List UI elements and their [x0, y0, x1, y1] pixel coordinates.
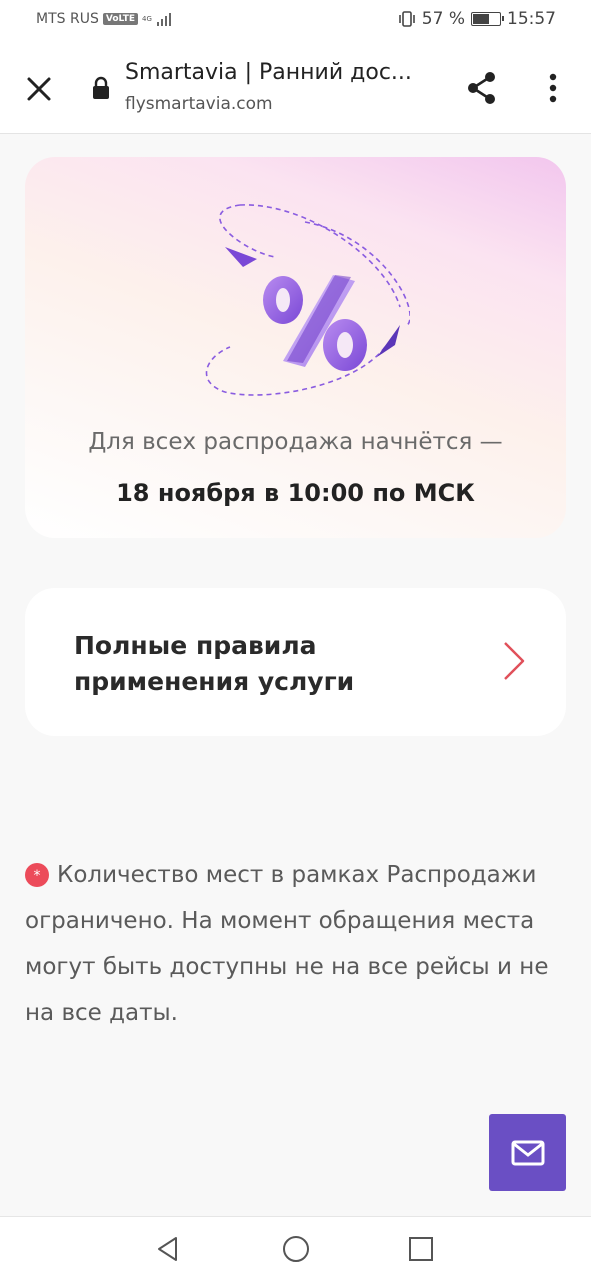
percent-illustration: [205, 204, 410, 396]
network-type: 4G: [142, 14, 152, 23]
vibrate-icon: [398, 11, 415, 27]
rules-link-card[interactable]: Полные правила применения услуги: [25, 588, 566, 736]
mail-button[interactable]: [489, 1114, 566, 1191]
disclaimer-text: Количество мест в рамках Распродажи огра…: [25, 862, 549, 1026]
status-left: MTS RUS VoLTE 4G: [36, 11, 172, 27]
more-vert-icon[interactable]: [540, 70, 566, 106]
chevron-right-icon: [504, 642, 525, 680]
carrier-name: MTS RUS: [36, 11, 99, 27]
back-icon[interactable]: [154, 1235, 182, 1263]
promo-date: 18 ноября в 10:00 по МСК: [116, 479, 475, 507]
share-icon[interactable]: [464, 70, 500, 106]
disclaimer: * Количество мест в рамках Распродажи огр…: [25, 852, 555, 1036]
rules-label: Полные правила применения услуги: [74, 631, 355, 696]
promo-subtitle: Для всех распродажа начнётся —: [88, 429, 503, 455]
page-url: flysmartavia.com: [125, 94, 273, 114]
close-icon[interactable]: [22, 72, 56, 106]
promo-card: Для всех распродажа начнётся — 18 ноября…: [25, 157, 566, 538]
signal-icon: [156, 12, 172, 26]
clock: 15:57: [507, 9, 556, 29]
mail-icon: [511, 1140, 544, 1165]
page-title: Smartavia | Ранний дос...: [125, 60, 412, 85]
status-bar: MTS RUS VoLTE 4G 57 % 15:57: [0, 0, 591, 42]
system-nav-bar: [0, 1216, 591, 1280]
status-right: 57 % 15:57: [398, 9, 556, 29]
browser-toolbar: Smartavia | Ранний дос... flysmartavia.c…: [0, 42, 591, 134]
lock-icon: [93, 76, 109, 99]
battery-percent: 57 %: [421, 9, 465, 29]
home-icon[interactable]: [281, 1234, 311, 1264]
recents-icon[interactable]: [407, 1235, 435, 1263]
battery-icon: [471, 12, 504, 26]
battery-level: [473, 14, 489, 24]
asterisk-badge: *: [25, 863, 49, 887]
volte-badge: VoLTE: [102, 13, 139, 25]
